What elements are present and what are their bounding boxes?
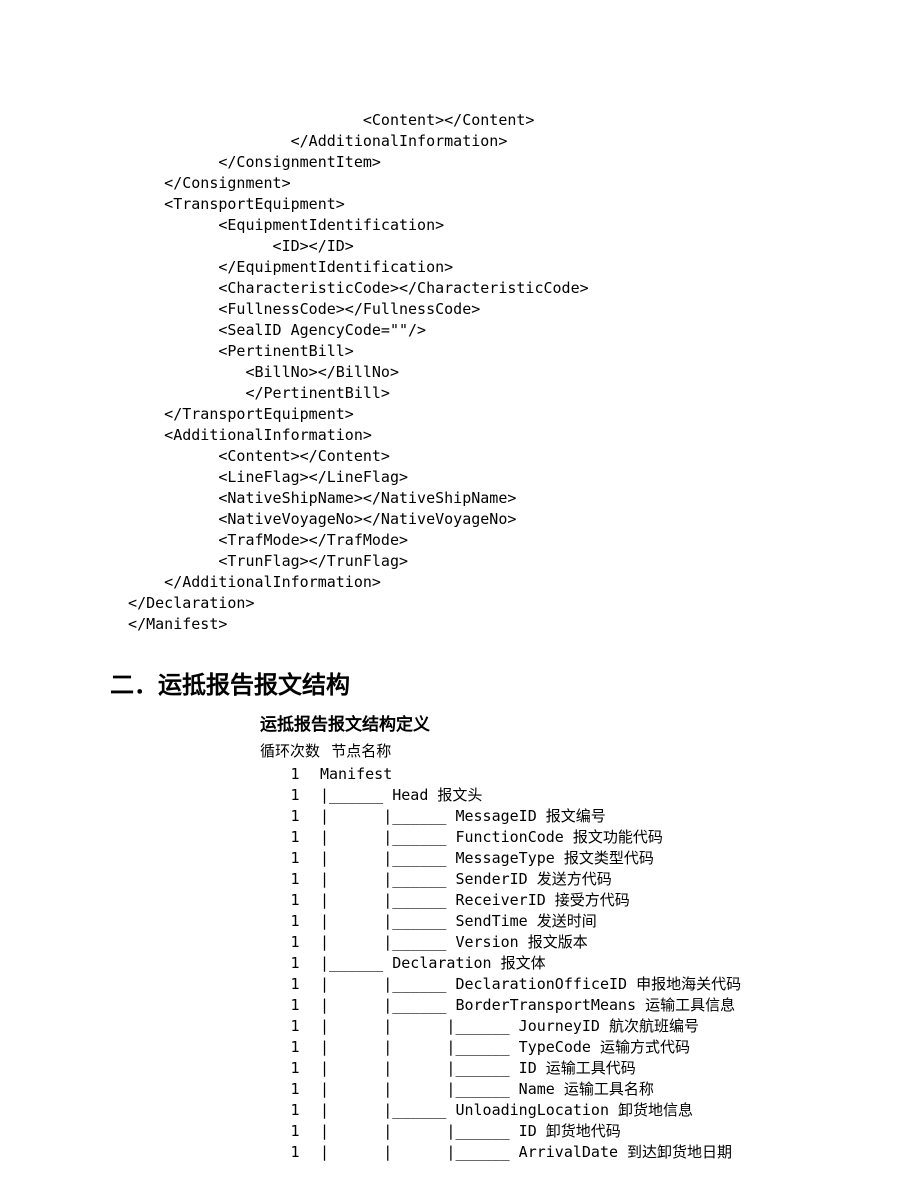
tree-row-node: | | |______ Name 运输工具名称 <box>320 1080 654 1098</box>
tree-row: 1Manifest <box>270 764 810 785</box>
tree-row: 1| |______ SenderID 发送方代码 <box>270 869 810 890</box>
tree-row-count: 1 <box>270 1079 320 1100</box>
tree-row-node: | |______ FunctionCode 报文功能代码 <box>320 828 663 846</box>
tree-row-count: 1 <box>270 869 320 890</box>
tree-row-count: 1 <box>270 1100 320 1121</box>
tree-row-count: 1 <box>270 827 320 848</box>
tree-row-count: 1 <box>270 1058 320 1079</box>
tree-row-node: | | |______ TypeCode 运输方式代码 <box>320 1038 690 1056</box>
tree-row: 1| |______ FunctionCode 报文功能代码 <box>270 827 810 848</box>
tree-row-count: 1 <box>270 764 320 785</box>
tree-row-count: 1 <box>270 1142 320 1163</box>
tree-row: 1| |______ Version 报文版本 <box>270 932 810 953</box>
tree-row-node: | |______ ReceiverID 接受方代码 <box>320 891 630 909</box>
tree-row-count: 1 <box>270 974 320 995</box>
tree-row-node: | |______ UnloadingLocation 卸货地信息 <box>320 1101 693 1119</box>
tree-row-count: 1 <box>270 932 320 953</box>
tree-row-count: 1 <box>270 911 320 932</box>
tree-row: 1| | |______ ArrivalDate 到达卸货地日期 <box>270 1142 810 1163</box>
tree-row: 1| | |______ ID 卸货地代码 <box>270 1121 810 1142</box>
tree-row: 1| |______ ReceiverID 接受方代码 <box>270 890 810 911</box>
tree-row: 1| |______ BorderTransportMeans 运输工具信息 <box>270 995 810 1016</box>
tree-row-count: 1 <box>270 785 320 806</box>
tree-row-node: | |______ BorderTransportMeans 运输工具信息 <box>320 996 735 1014</box>
tree-row: 1| |______ MessageType 报文类型代码 <box>270 848 810 869</box>
tree-row-node: | |______ Version 报文版本 <box>320 933 588 951</box>
tree-row-count: 1 <box>270 1037 320 1058</box>
tree-header-right: 节点名称 <box>331 744 391 760</box>
tree-header: 循环次数 节点名称 <box>260 740 810 761</box>
tree-row: 1| |______ MessageID 报文编号 <box>270 806 810 827</box>
tree-row-node: | |______ SenderID 发送方代码 <box>320 870 612 888</box>
tree-row-count: 1 <box>270 806 320 827</box>
tree-row: 1| | |______ JourneyID 航次航班编号 <box>270 1016 810 1037</box>
tree-row: 1| | |______ TypeCode 运输方式代码 <box>270 1037 810 1058</box>
tree-row: 1| | |______ ID 运输工具代码 <box>270 1058 810 1079</box>
tree-row: 1| |______ UnloadingLocation 卸货地信息 <box>270 1100 810 1121</box>
tree-row: 1| |______ SendTime 发送时间 <box>270 911 810 932</box>
tree-row-node: | | |______ JourneyID 航次航班编号 <box>320 1017 699 1035</box>
tree-row-count: 1 <box>270 995 320 1016</box>
section-title: 二．运抵报告报文结构 <box>110 665 810 700</box>
tree-row: 1| | |______ Name 运输工具名称 <box>270 1079 810 1100</box>
tree-row-node: | | |______ ArrivalDate 到达卸货地日期 <box>320 1143 732 1161</box>
tree-row: 1|______ Declaration 报文体 <box>270 953 810 974</box>
tree-row: 1| |______ DeclarationOfficeID 申报地海关代码 <box>270 974 810 995</box>
tree-row-count: 1 <box>270 1121 320 1142</box>
tree-row-node: | |______ MessageType 报文类型代码 <box>320 849 654 867</box>
tree-row-node: | |______ SendTime 发送时间 <box>320 912 597 930</box>
tree-row-node: | | |______ ID 运输工具代码 <box>320 1059 636 1077</box>
tree-row: 1|______ Head 报文头 <box>270 785 810 806</box>
tree-row-node: | |______ DeclarationOfficeID 申报地海关代码 <box>320 975 741 993</box>
tree-row-node: | |______ MessageID 报文编号 <box>320 807 606 825</box>
tree-row-count: 1 <box>270 953 320 974</box>
tree-structure: 1Manifest1|______ Head 报文头1| |______ Mes… <box>270 764 810 1163</box>
tree-row-node: |______ Declaration 报文体 <box>320 954 546 972</box>
xml-code-block: <Content></Content> </AdditionalInformat… <box>110 110 810 635</box>
tree-row-node: | | |______ ID 卸货地代码 <box>320 1122 621 1140</box>
tree-row-count: 1 <box>270 890 320 911</box>
tree-row-node: |______ Head 报文头 <box>320 786 482 804</box>
sub-title: 运抵报告报文结构定义 <box>260 710 810 735</box>
tree-row-count: 1 <box>270 848 320 869</box>
tree-header-left: 循环次数 <box>260 744 320 760</box>
tree-row-count: 1 <box>270 1016 320 1037</box>
tree-row-node: Manifest <box>320 765 392 783</box>
